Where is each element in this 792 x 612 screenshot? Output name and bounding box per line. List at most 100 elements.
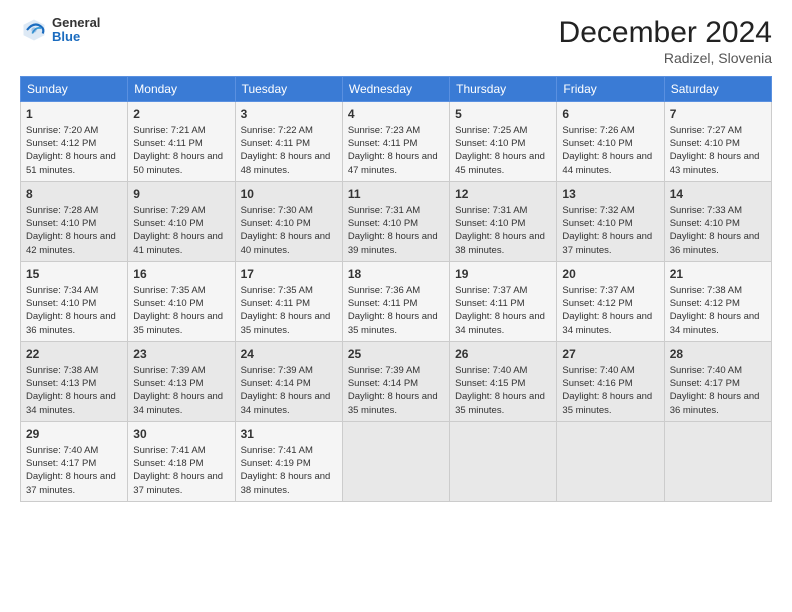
calendar-cell: 7Sunrise: 7:27 AMSunset: 4:10 PMDaylight… [664, 102, 771, 182]
daylight-hours: Daylight: 8 hours and 39 minutes. [348, 230, 444, 257]
calendar-cell: 16Sunrise: 7:35 AMSunset: 4:10 PMDayligh… [128, 261, 235, 341]
calendar-cell: 2Sunrise: 7:21 AMSunset: 4:11 PMDaylight… [128, 102, 235, 182]
day-number: 4 [348, 106, 444, 123]
sunset-time: Sunset: 4:10 PM [455, 137, 551, 150]
sunrise-time: Sunrise: 7:25 AM [455, 124, 551, 137]
calendar-cell: 9Sunrise: 7:29 AMSunset: 4:10 PMDaylight… [128, 181, 235, 261]
day-number: 12 [455, 186, 551, 203]
calendar-cell: 14Sunrise: 7:33 AMSunset: 4:10 PMDayligh… [664, 181, 771, 261]
daylight-hours: Daylight: 8 hours and 36 minutes. [670, 230, 766, 257]
sunset-time: Sunset: 4:10 PM [26, 297, 122, 310]
sunset-time: Sunset: 4:10 PM [670, 217, 766, 230]
sunset-time: Sunset: 4:11 PM [133, 137, 229, 150]
daylight-hours: Daylight: 8 hours and 37 minutes. [562, 230, 658, 257]
sunset-time: Sunset: 4:19 PM [241, 457, 337, 470]
daylight-hours: Daylight: 8 hours and 48 minutes. [241, 150, 337, 177]
location: Radizel, Slovenia [559, 50, 772, 66]
calendar-cell: 21Sunrise: 7:38 AMSunset: 4:12 PMDayligh… [664, 261, 771, 341]
sunset-time: Sunset: 4:14 PM [348, 377, 444, 390]
calendar-cell: 29Sunrise: 7:40 AMSunset: 4:17 PMDayligh… [21, 421, 128, 501]
day-number: 29 [26, 426, 122, 443]
sunset-time: Sunset: 4:12 PM [26, 137, 122, 150]
page-container: General Blue December 2024 Radizel, Slov… [0, 0, 792, 512]
sunset-time: Sunset: 4:10 PM [26, 217, 122, 230]
daylight-hours: Daylight: 8 hours and 36 minutes. [670, 390, 766, 417]
daylight-hours: Daylight: 8 hours and 34 minutes. [241, 390, 337, 417]
sunrise-time: Sunrise: 7:20 AM [26, 124, 122, 137]
daylight-hours: Daylight: 8 hours and 35 minutes. [562, 390, 658, 417]
sunset-time: Sunset: 4:14 PM [241, 377, 337, 390]
sunrise-time: Sunrise: 7:41 AM [133, 444, 229, 457]
header-row: Sunday Monday Tuesday Wednesday Thursday… [21, 77, 772, 102]
calendar-cell: 18Sunrise: 7:36 AMSunset: 4:11 PMDayligh… [342, 261, 449, 341]
sunset-time: Sunset: 4:13 PM [133, 377, 229, 390]
day-number: 16 [133, 266, 229, 283]
day-number: 2 [133, 106, 229, 123]
calendar-cell: 5Sunrise: 7:25 AMSunset: 4:10 PMDaylight… [450, 102, 557, 182]
sunset-time: Sunset: 4:10 PM [241, 217, 337, 230]
calendar-cell: 10Sunrise: 7:30 AMSunset: 4:10 PMDayligh… [235, 181, 342, 261]
sunset-time: Sunset: 4:11 PM [455, 297, 551, 310]
daylight-hours: Daylight: 8 hours and 34 minutes. [562, 310, 658, 337]
day-number: 3 [241, 106, 337, 123]
sunset-time: Sunset: 4:10 PM [562, 137, 658, 150]
day-number: 28 [670, 346, 766, 363]
logo-general: General [52, 16, 100, 30]
daylight-hours: Daylight: 8 hours and 43 minutes. [670, 150, 766, 177]
calendar-body: 1Sunrise: 7:20 AMSunset: 4:12 PMDaylight… [21, 102, 772, 502]
sunset-time: Sunset: 4:18 PM [133, 457, 229, 470]
sunrise-time: Sunrise: 7:32 AM [562, 204, 658, 217]
daylight-hours: Daylight: 8 hours and 35 minutes. [241, 310, 337, 337]
sunset-time: Sunset: 4:16 PM [562, 377, 658, 390]
title-area: December 2024 Radizel, Slovenia [559, 16, 772, 66]
daylight-hours: Daylight: 8 hours and 38 minutes. [241, 470, 337, 497]
daylight-hours: Daylight: 8 hours and 34 minutes. [670, 310, 766, 337]
col-friday: Friday [557, 77, 664, 102]
day-number: 17 [241, 266, 337, 283]
daylight-hours: Daylight: 8 hours and 42 minutes. [26, 230, 122, 257]
day-number: 31 [241, 426, 337, 443]
calendar-cell: 20Sunrise: 7:37 AMSunset: 4:12 PMDayligh… [557, 261, 664, 341]
sunrise-time: Sunrise: 7:40 AM [562, 364, 658, 377]
daylight-hours: Daylight: 8 hours and 36 minutes. [26, 310, 122, 337]
sunrise-time: Sunrise: 7:30 AM [241, 204, 337, 217]
day-number: 14 [670, 186, 766, 203]
calendar-cell [342, 421, 449, 501]
day-number: 27 [562, 346, 658, 363]
calendar-cell: 25Sunrise: 7:39 AMSunset: 4:14 PMDayligh… [342, 341, 449, 421]
day-number: 24 [241, 346, 337, 363]
sunrise-time: Sunrise: 7:38 AM [670, 284, 766, 297]
page-header: General Blue December 2024 Radizel, Slov… [20, 16, 772, 66]
sunrise-time: Sunrise: 7:39 AM [348, 364, 444, 377]
sunset-time: Sunset: 4:17 PM [670, 377, 766, 390]
sunrise-time: Sunrise: 7:21 AM [133, 124, 229, 137]
sunset-time: Sunset: 4:12 PM [562, 297, 658, 310]
sunset-time: Sunset: 4:10 PM [133, 297, 229, 310]
calendar-cell: 17Sunrise: 7:35 AMSunset: 4:11 PMDayligh… [235, 261, 342, 341]
sunrise-time: Sunrise: 7:22 AM [241, 124, 337, 137]
calendar-cell: 13Sunrise: 7:32 AMSunset: 4:10 PMDayligh… [557, 181, 664, 261]
col-tuesday: Tuesday [235, 77, 342, 102]
sunrise-time: Sunrise: 7:28 AM [26, 204, 122, 217]
day-number: 22 [26, 346, 122, 363]
day-number: 26 [455, 346, 551, 363]
calendar-cell [557, 421, 664, 501]
logo-text: General Blue [52, 16, 100, 45]
sunset-time: Sunset: 4:10 PM [455, 217, 551, 230]
col-wednesday: Wednesday [342, 77, 449, 102]
daylight-hours: Daylight: 8 hours and 45 minutes. [455, 150, 551, 177]
sunset-time: Sunset: 4:11 PM [348, 137, 444, 150]
calendar-cell: 6Sunrise: 7:26 AMSunset: 4:10 PMDaylight… [557, 102, 664, 182]
sunset-time: Sunset: 4:10 PM [133, 217, 229, 230]
calendar-week-5: 29Sunrise: 7:40 AMSunset: 4:17 PMDayligh… [21, 421, 772, 501]
sunrise-time: Sunrise: 7:29 AM [133, 204, 229, 217]
sunset-time: Sunset: 4:10 PM [670, 137, 766, 150]
daylight-hours: Daylight: 8 hours and 35 minutes. [133, 310, 229, 337]
sunrise-time: Sunrise: 7:37 AM [455, 284, 551, 297]
day-number: 30 [133, 426, 229, 443]
daylight-hours: Daylight: 8 hours and 47 minutes. [348, 150, 444, 177]
calendar-cell: 12Sunrise: 7:31 AMSunset: 4:10 PMDayligh… [450, 181, 557, 261]
day-number: 5 [455, 106, 551, 123]
day-number: 25 [348, 346, 444, 363]
sunrise-time: Sunrise: 7:23 AM [348, 124, 444, 137]
